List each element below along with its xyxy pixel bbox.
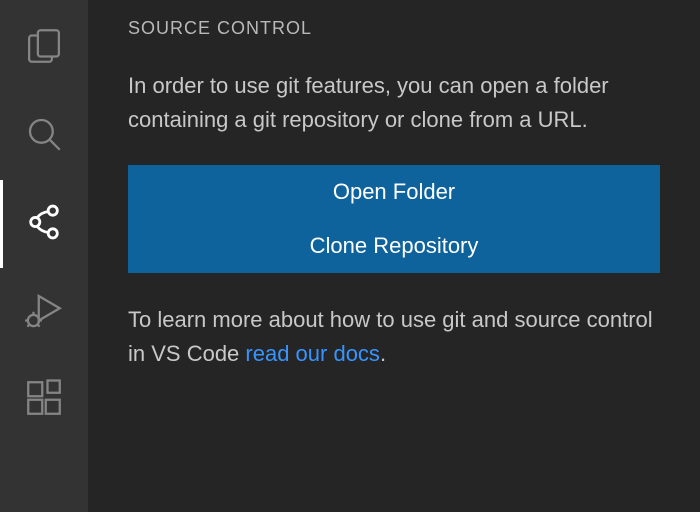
- extensions-icon: [23, 377, 65, 424]
- learn-prefix: To learn more about how to use git and s…: [128, 307, 653, 366]
- button-group: Open Folder Clone Repository: [128, 165, 660, 273]
- panel-body: In order to use git features, you can op…: [88, 69, 700, 371]
- open-folder-button[interactable]: Open Folder: [128, 165, 660, 219]
- activity-bar: [0, 0, 88, 512]
- read-our-docs-link[interactable]: read our docs: [245, 341, 380, 366]
- clone-repository-button[interactable]: Clone Repository: [128, 219, 660, 273]
- source-control-icon: [23, 201, 65, 248]
- search-icon: [23, 113, 65, 160]
- activity-extensions[interactable]: [0, 356, 88, 444]
- learn-suffix: .: [380, 341, 386, 366]
- learn-more-text: To learn more about how to use git and s…: [128, 303, 660, 371]
- explorer-icon: [23, 25, 65, 72]
- panel-title: SOURCE CONTROL: [88, 18, 700, 69]
- run-debug-icon: [23, 289, 65, 336]
- activity-run-debug[interactable]: [0, 268, 88, 356]
- activity-search[interactable]: [0, 92, 88, 180]
- activity-explorer[interactable]: [0, 4, 88, 92]
- panel-description: In order to use git features, you can op…: [128, 69, 660, 137]
- activity-source-control[interactable]: [0, 180, 88, 268]
- source-control-panel: SOURCE CONTROL In order to use git featu…: [88, 0, 700, 512]
